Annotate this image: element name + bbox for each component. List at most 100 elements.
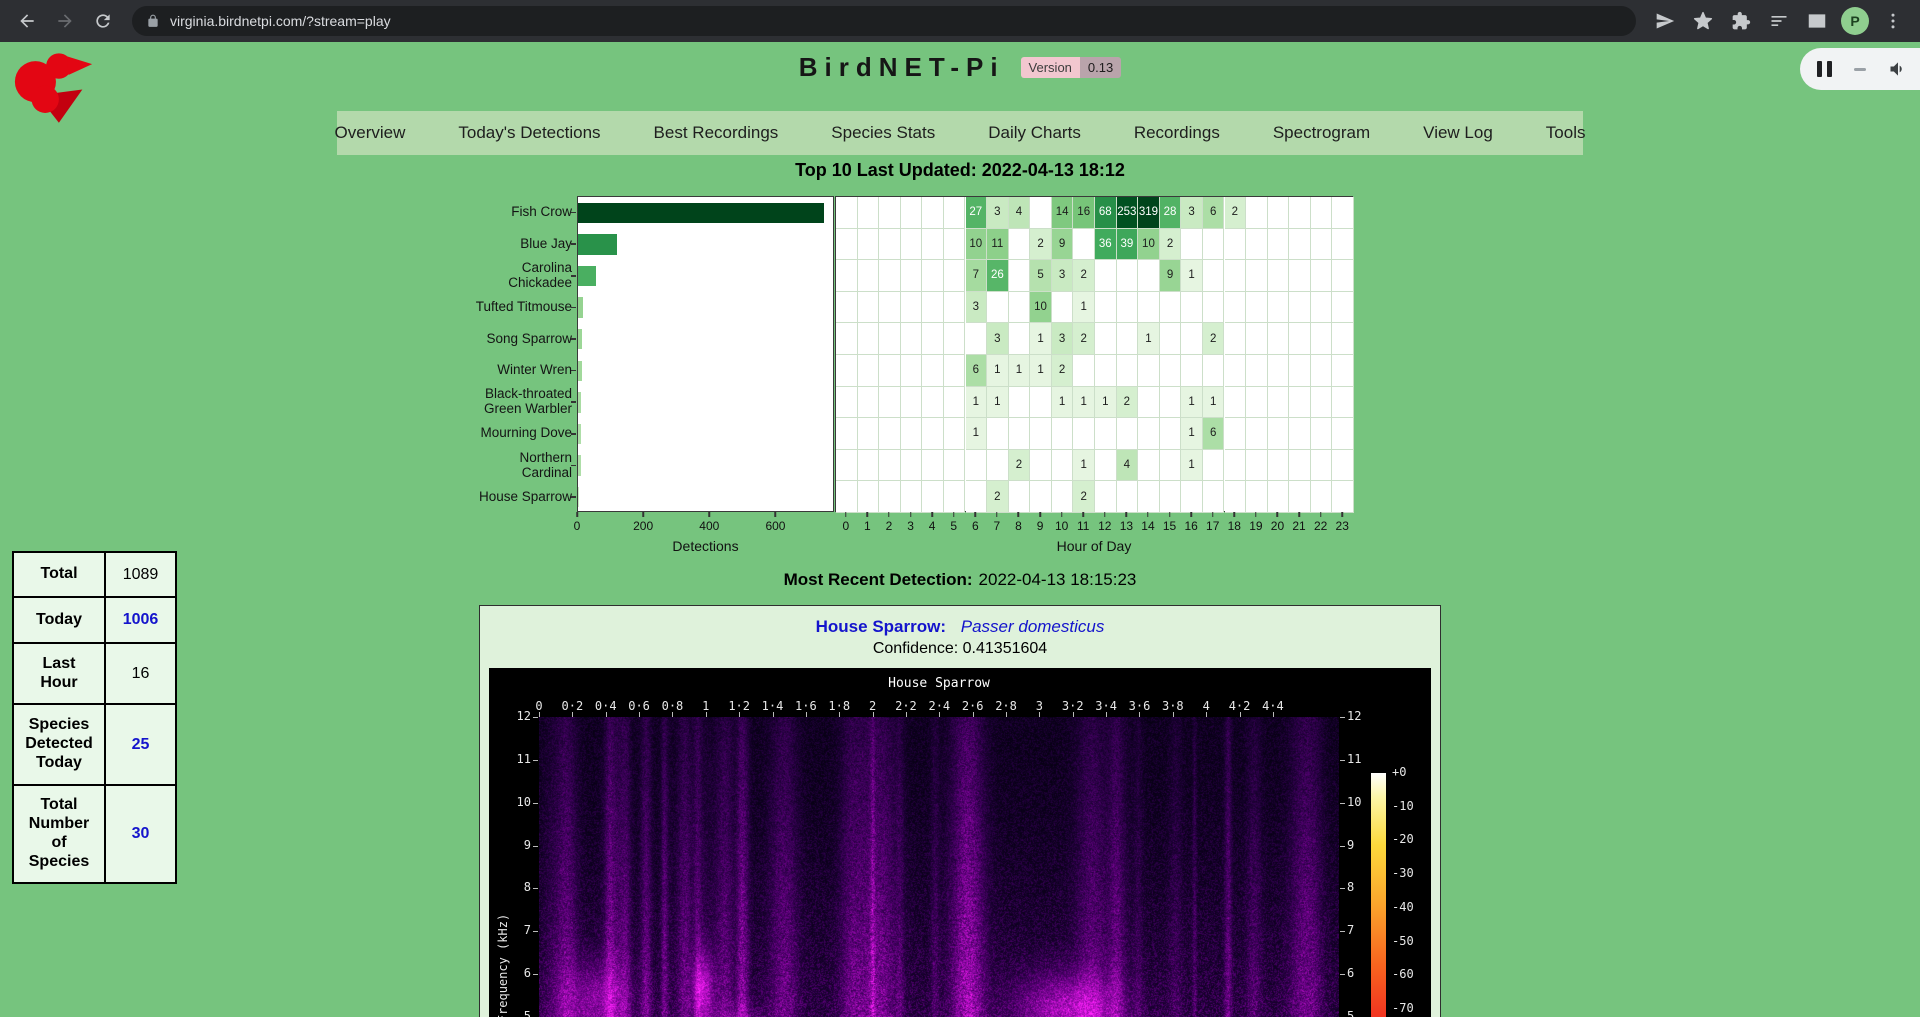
heatmap-cell — [1138, 481, 1160, 513]
heatmap-cell — [1160, 355, 1182, 387]
nav-item-tools[interactable]: Tools — [1546, 123, 1586, 143]
spect-x-tick-label: 2·2 — [895, 699, 917, 713]
heatmap-cell — [1181, 481, 1203, 513]
detections-bar — [578, 234, 617, 255]
colorbar-tick-label: -60 — [1392, 967, 1414, 981]
stats-value[interactable]: 25 — [105, 704, 176, 785]
heatmap-cell: 319 — [1138, 197, 1160, 229]
heatmap-cell — [1073, 418, 1095, 450]
pause-button[interactable] — [1817, 61, 1832, 77]
heatmap-cell — [944, 387, 966, 419]
spect-x-tick-label: 2·6 — [962, 699, 984, 713]
heatmap-cell: 253 — [1117, 197, 1139, 229]
spect-x-tick — [839, 712, 840, 717]
hour-axis-tick — [1341, 512, 1343, 517]
stats-value[interactable]: 30 — [105, 785, 176, 883]
heatmap-cell — [1095, 260, 1117, 292]
reload-icon[interactable] — [86, 4, 120, 38]
hour-axis-tick — [867, 512, 869, 517]
species-common-link[interactable]: House Sparrow: — [816, 617, 946, 636]
side-panel-icon[interactable] — [1800, 4, 1834, 38]
spectrogram-title: House Sparrow — [539, 676, 1339, 691]
bar-chart-panel — [577, 196, 834, 512]
nav-item-species-stats[interactable]: Species Stats — [831, 123, 935, 143]
heatmap-cell: 26 — [987, 260, 1009, 292]
heatmap-cell: 1 — [987, 387, 1009, 419]
nav-item-today-s-detections[interactable]: Today's Detections — [458, 123, 600, 143]
audio-scrubber[interactable] — [1854, 68, 1866, 71]
stats-value[interactable]: 1006 — [105, 597, 176, 643]
spect-y-tick — [533, 974, 538, 975]
address-bar[interactable]: virginia.birdnetpi.com/?stream=play — [132, 6, 1636, 36]
heatmap-cell — [836, 197, 858, 229]
heatmap-cell — [922, 229, 944, 261]
site-title: BirdNET-Pi — [799, 52, 1005, 83]
recent-label: Most Recent Detection: — [784, 570, 973, 589]
species-label: Fish Crow — [312, 196, 572, 228]
extensions-icon[interactable] — [1724, 4, 1758, 38]
heatmap-cell: 1 — [966, 387, 988, 419]
heatmap-cell — [944, 197, 966, 229]
hour-axis-tick-label: 5 — [950, 519, 957, 533]
reading-list-icon[interactable] — [1762, 4, 1796, 38]
heatmap-cell — [836, 260, 858, 292]
heatmap-cell — [1268, 418, 1290, 450]
nav-item-overview[interactable]: Overview — [335, 123, 406, 143]
heatmap-cell — [1289, 292, 1311, 324]
heatmap-cell — [1117, 260, 1139, 292]
volume-icon[interactable] — [1888, 59, 1908, 79]
heatmap-cell — [1009, 387, 1031, 419]
heatmap-cell — [922, 323, 944, 355]
spect-y-tick-label: 11 — [497, 752, 531, 766]
bookmark-star-icon[interactable] — [1686, 4, 1720, 38]
detections-bar — [578, 266, 596, 287]
heatmap-cell — [1311, 418, 1333, 450]
heatmap-cell — [1246, 323, 1268, 355]
heatmap-cell — [1311, 387, 1333, 419]
heatmap-cell — [1289, 260, 1311, 292]
hour-axis-tick — [996, 512, 998, 517]
send-icon[interactable] — [1648, 4, 1682, 38]
heatmap-cell — [1009, 323, 1031, 355]
nav-item-spectrogram[interactable]: Spectrogram — [1273, 123, 1370, 143]
hour-axis-tick — [1169, 512, 1171, 517]
nav-item-view-log[interactable]: View Log — [1423, 123, 1493, 143]
menu-kebab-icon[interactable] — [1876, 4, 1910, 38]
profile-avatar[interactable]: P — [1841, 7, 1869, 35]
species-scientific-link[interactable]: Passer domesticus — [961, 617, 1105, 636]
spect-x-tick-label: 3·6 — [1129, 699, 1151, 713]
heatmap-cell: 28 — [1160, 197, 1182, 229]
heatmap-cell — [879, 481, 901, 513]
detections-bar — [578, 329, 582, 350]
url-text: virginia.birdnetpi.com/?stream=play — [170, 13, 391, 29]
main-nav: Overview Today's Detections Best Recording… — [337, 111, 1583, 155]
heatmap-cell — [879, 355, 901, 387]
heatmap-cell: 9 — [1160, 260, 1182, 292]
heatmap-cell — [1332, 355, 1354, 387]
bar-axis-name: Detections — [672, 538, 738, 554]
heatmap-cell — [1117, 323, 1139, 355]
nav-item-best-recordings[interactable]: Best Recordings — [654, 123, 779, 143]
nav-item-daily-charts[interactable]: Daily Charts — [988, 123, 1081, 143]
back-icon[interactable] — [10, 4, 44, 38]
heatmap-cell — [1095, 450, 1117, 482]
colorbar-tick-label: -30 — [1392, 866, 1414, 880]
heatmap-cell — [1246, 229, 1268, 261]
heatmap-cell: 1 — [1030, 323, 1052, 355]
heatmap-cell — [836, 229, 858, 261]
spect-x-tick — [706, 712, 707, 717]
heatmap-cell — [1009, 229, 1031, 261]
spect-x-tick-label: 1·2 — [728, 699, 750, 713]
hour-axis-tick-label: 8 — [1015, 519, 1022, 533]
nav-item-recordings[interactable]: Recordings — [1134, 123, 1220, 143]
heatmap-cell — [1289, 197, 1311, 229]
heatmap-cell: 7 — [966, 260, 988, 292]
heatmap-cell — [836, 450, 858, 482]
heatmap-cell — [944, 323, 966, 355]
forward-icon[interactable] — [48, 4, 82, 38]
spect-x-tick-label: 1·4 — [762, 699, 784, 713]
hour-axis-tick-label: 2 — [886, 519, 893, 533]
spect-y-tick-label: 6 — [1347, 966, 1381, 980]
detections-bar — [578, 424, 581, 445]
spect-y-tick — [1340, 931, 1345, 932]
